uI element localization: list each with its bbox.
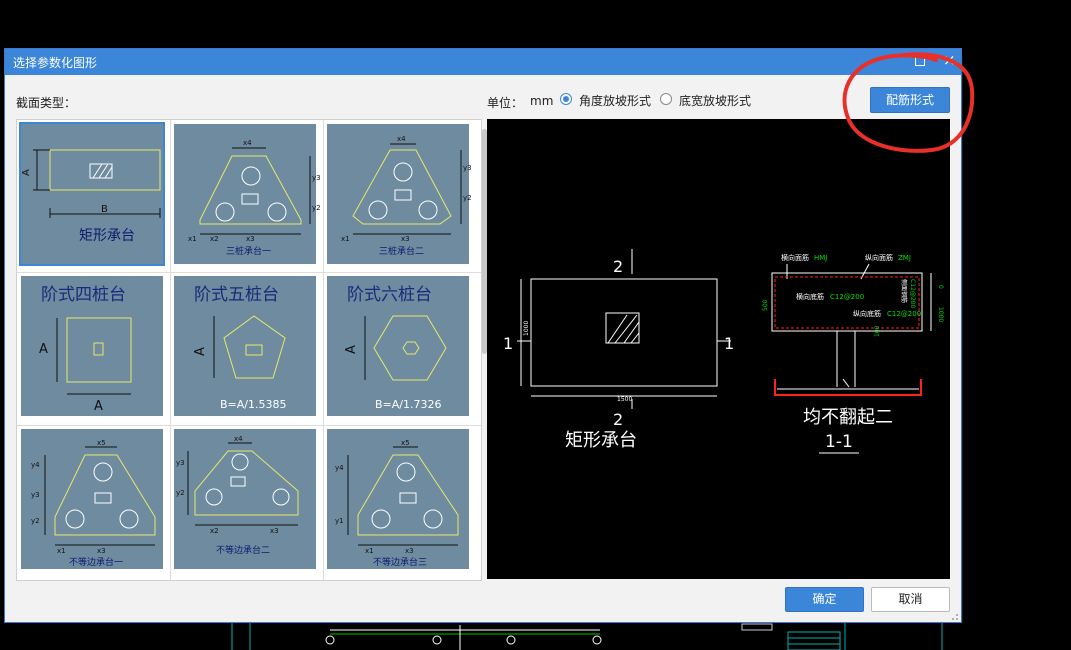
- radio-width-slope[interactable]: [660, 93, 672, 105]
- dim-label-y3: y3: [176, 459, 185, 467]
- dim-label-a: A: [39, 342, 48, 357]
- dim-label-x1: x1: [57, 547, 66, 555]
- dim-label-x4: x4: [243, 139, 252, 147]
- radio-angle-slope-label[interactable]: 角度放坡形式: [579, 92, 651, 109]
- dim-label-x3: x3: [97, 547, 106, 555]
- section-mark-right: 1: [724, 334, 734, 353]
- shape-gallery: A B 矩形承台 x4 x1 x2 x3 y3 y2 三桩承台一 x4 x1 x…: [16, 119, 482, 581]
- dialog-titlebar: 选择参数化图形 ×: [5, 49, 961, 75]
- dim-label-y1: y1: [335, 517, 344, 525]
- dim-label-x1: x1: [341, 235, 350, 243]
- shape-item-label: 阶式六桩台: [347, 285, 432, 305]
- dim-label-y4: y4: [335, 464, 344, 472]
- bottom-rebar-y-label: 纵向底筋: [853, 309, 881, 318]
- dim-label-x4: x4: [397, 135, 406, 143]
- shape-item-label: 三桩承台一: [226, 245, 271, 257]
- dim-label-x2: x2: [210, 527, 219, 535]
- dim-label-y3: y3: [312, 174, 321, 182]
- shape-item-formula: B=A/1.7326: [375, 398, 441, 411]
- shape-item-unequal-cap-1[interactable]: x5 y4 y3 y2 x1 x3 不等边承台一: [17, 425, 170, 577]
- section-mark-top: 2: [613, 257, 623, 276]
- shape-item-label: 三桩承台二: [379, 245, 424, 257]
- section-note: 均不翻起二: [803, 407, 893, 428]
- section-depth-dim: 500: [762, 299, 769, 311]
- dim-label-x3: x3: [401, 235, 410, 243]
- dim-label-a: A: [344, 345, 359, 354]
- dim-label-x1: x1: [365, 547, 374, 555]
- section-cover-dim: 0: [937, 285, 944, 289]
- shape-item-label: 不等边承台一: [69, 556, 123, 568]
- dim-label-y3: y3: [463, 164, 472, 172]
- cancel-button[interactable]: 取消: [871, 587, 950, 612]
- dim-label-a: A: [21, 169, 32, 176]
- section-type-label: 截面类型：: [16, 96, 77, 110]
- bottom-rebar-x-code: C12@200: [830, 293, 864, 301]
- dim-label-y4: y4: [31, 461, 40, 469]
- top-rebar-y-label: 纵向面筋: [865, 253, 893, 262]
- shape-item-step-six-pile[interactable]: 阶式六桩台 A B=A/1.7326: [323, 272, 476, 424]
- resize-grip-icon[interactable]: [949, 611, 959, 621]
- top-rebar-x-code: HMJ: [814, 254, 827, 262]
- top-rebar-x-label: 横向面筋: [781, 253, 809, 262]
- section-mark-bottom: 2: [613, 410, 623, 429]
- dialog-title: 选择参数化图形: [13, 56, 98, 70]
- preview-canvas: 2 1 1 1000 1500 2 矩形承台 横向面筋 HMJ 纵向面筋 ZMJ: [487, 119, 950, 579]
- dim-label-x2: x2: [210, 235, 219, 243]
- shape-item-label: 阶式五桩台: [194, 285, 279, 305]
- dim-label-x3: x3: [270, 527, 279, 535]
- dim-label-b: B: [101, 204, 108, 215]
- section-title: 1-1: [825, 432, 853, 452]
- dim-label-y2: y2: [463, 194, 472, 202]
- dim-label-x4: x4: [234, 435, 243, 443]
- section-mark-left: 1: [503, 334, 513, 353]
- dim-label-y2: y2: [312, 204, 321, 212]
- plan-width-dim: 1500: [617, 396, 632, 403]
- dim-label-x3: x3: [405, 547, 414, 555]
- dim-label-a: A: [193, 347, 208, 356]
- shape-item-label: 阶式四桩台: [41, 285, 126, 305]
- radio-width-slope-label[interactable]: 底宽放坡形式: [679, 92, 751, 109]
- section-right-dim: 1000: [937, 307, 944, 322]
- shape-item-rect-cap[interactable]: A B 矩形承台: [17, 120, 170, 272]
- annotation-circle: [842, 52, 975, 153]
- section-inner-dim: 100: [874, 325, 881, 337]
- bottom-rebar-x-label: 横向底筋: [796, 292, 824, 301]
- dim-label-a-bottom: A: [94, 399, 103, 414]
- unit-value: mm: [530, 94, 554, 108]
- parametric-shape-dialog: 选择参数化图形 × 截面类型： 单位： mm 角度放坡形式 底宽放坡形式 配筋形…: [4, 48, 962, 623]
- dim-label-x1: x1: [188, 235, 197, 243]
- shape-item-step-five-pile[interactable]: 阶式五桩台 A B=A/1.5385: [170, 272, 323, 424]
- shape-item-three-pile-2[interactable]: x4 x1 x3 y3 y2 三桩承台二: [323, 120, 476, 272]
- bottom-rebar-y-code: C12@200: [887, 310, 921, 318]
- ok-button[interactable]: 确定: [785, 587, 864, 612]
- plan-height-dim: 1000: [523, 321, 530, 336]
- shape-item-label: 矩形承台: [79, 228, 135, 244]
- dim-label-x5: x5: [97, 439, 106, 447]
- dim-label-y3: y3: [31, 491, 40, 499]
- top-rebar-y-code: ZMJ: [898, 254, 911, 262]
- plan-title: 矩形承台: [565, 430, 637, 451]
- shape-item-unequal-cap-3[interactable]: x5 y4 y1 x1 x3 不等边承台三: [323, 425, 476, 577]
- side-rebar-label: 侧面钢筋: [900, 279, 908, 303]
- shape-item-label: 不等边承台三: [373, 556, 427, 568]
- dim-label-y2: y2: [31, 517, 40, 525]
- unit-label: 单位：: [487, 96, 524, 110]
- shape-item-step-four-pile[interactable]: 阶式四桩台 A A: [17, 272, 170, 424]
- radio-angle-slope[interactable]: [560, 93, 572, 105]
- shape-item-label: 不等边承台二: [216, 544, 270, 556]
- dim-label-y2: y2: [176, 489, 185, 497]
- shape-item-formula: B=A/1.5385: [220, 398, 286, 411]
- shape-item-unequal-cap-2[interactable]: x4 y3 y2 x2 x3 不等边承台二: [170, 425, 323, 577]
- shape-item-three-pile-1[interactable]: x4 x1 x2 x3 y3 y2 三桩承台一: [170, 120, 323, 272]
- dim-label-x3: x3: [246, 235, 255, 243]
- side-rebar-code: C12@200: [909, 279, 916, 308]
- dim-label-x5: x5: [401, 439, 410, 447]
